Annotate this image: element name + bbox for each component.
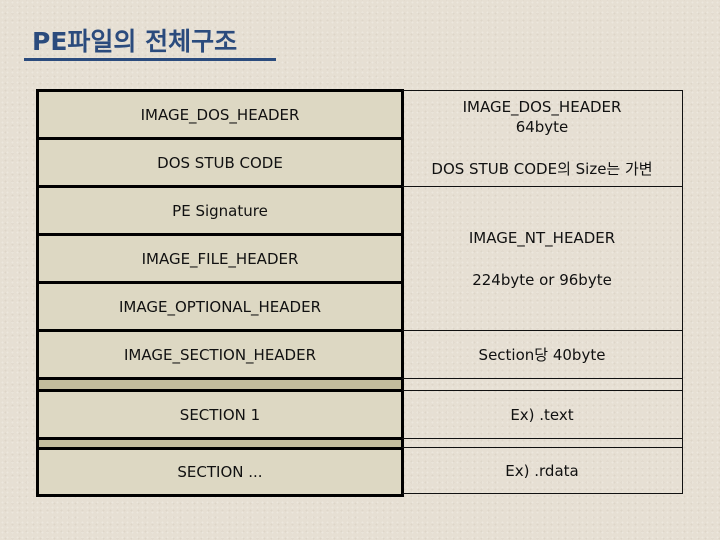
padding-band bbox=[39, 380, 401, 392]
row-section-more: SECTION ... bbox=[39, 450, 401, 494]
row-label: IMAGE_DOS_HEADER bbox=[140, 105, 300, 124]
row-image-file-header: IMAGE_FILE_HEADER bbox=[39, 236, 401, 284]
row-image-dos-header: IMAGE_DOS_HEADER bbox=[39, 92, 401, 140]
row-label: IMAGE_SECTION_HEADER bbox=[123, 345, 317, 364]
desc-section-1: Ex) .text bbox=[402, 391, 682, 439]
desc-dos-header: IMAGE_DOS_HEADER 64byte DOS STUB CODE의 S… bbox=[402, 91, 682, 187]
row-image-section-header: IMAGE_SECTION_HEADER bbox=[39, 332, 401, 380]
desc-text: Section당 40byte bbox=[478, 345, 606, 364]
desc-nt-header: IMAGE_NT_HEADER 224byte or 96byte bbox=[402, 187, 682, 331]
padding-band bbox=[402, 439, 682, 448]
row-label: PE Signature bbox=[172, 201, 268, 220]
page-title: PE파일의 전체구조 bbox=[32, 27, 238, 56]
desc-text: 224byte or 96byte bbox=[472, 270, 612, 289]
desc-text: Ex) .rdata bbox=[505, 462, 579, 480]
desc-text: IMAGE_DOS_HEADER bbox=[462, 98, 622, 116]
row-label: SECTION 1 bbox=[179, 405, 261, 424]
padding-band bbox=[402, 379, 682, 391]
desc-section-header: Section당 40byte bbox=[402, 331, 682, 379]
row-label: SECTION ... bbox=[177, 463, 263, 481]
desc-text: Ex) .text bbox=[510, 405, 574, 424]
title-underline bbox=[24, 58, 276, 61]
row-label: DOS STUB CODE bbox=[157, 153, 283, 172]
padding-band bbox=[39, 440, 401, 450]
row-dos-stub-code: DOS STUB CODE bbox=[39, 140, 401, 188]
desc-text: DOS STUB CODE의 Size는 가변 bbox=[431, 160, 653, 178]
row-pe-signature: PE Signature bbox=[39, 188, 401, 236]
pe-structure-box: IMAGE_DOS_HEADER DOS STUB CODE PE Signat… bbox=[36, 89, 404, 497]
row-section-1: SECTION 1 bbox=[39, 392, 401, 440]
desc-section-more: Ex) .rdata bbox=[402, 448, 682, 494]
row-label: IMAGE_OPTIONAL_HEADER bbox=[118, 297, 322, 316]
description-panel: IMAGE_DOS_HEADER 64byte DOS STUB CODE의 S… bbox=[402, 90, 683, 494]
desc-text: 64byte bbox=[515, 118, 569, 136]
desc-text: IMAGE_NT_HEADER bbox=[468, 228, 616, 247]
row-image-optional-header: IMAGE_OPTIONAL_HEADER bbox=[39, 284, 401, 332]
row-label: IMAGE_FILE_HEADER bbox=[141, 249, 299, 268]
